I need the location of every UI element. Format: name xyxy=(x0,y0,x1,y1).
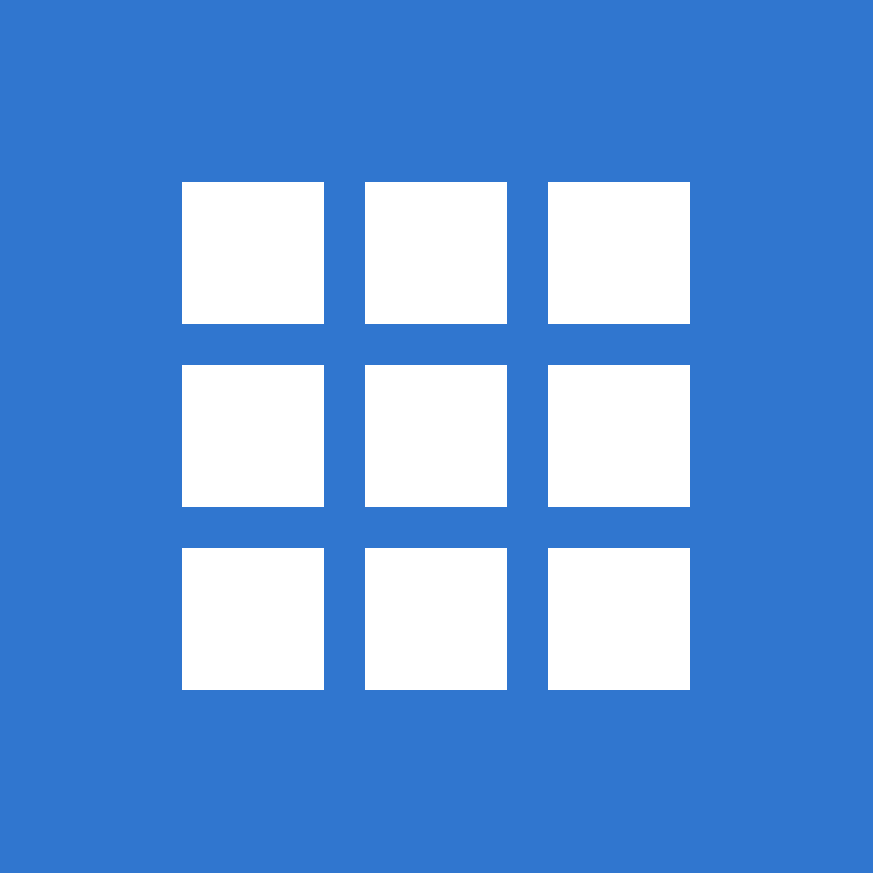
grid-tile-icon xyxy=(365,548,507,690)
grid-tile-icon xyxy=(548,182,690,324)
grid-tile-icon xyxy=(182,182,324,324)
grid-tile-icon xyxy=(365,182,507,324)
grid-tile-icon xyxy=(365,365,507,507)
grid-tile-icon xyxy=(182,548,324,690)
grid-tile-icon xyxy=(182,365,324,507)
grid-tile-icon xyxy=(548,548,690,690)
grid-tile-icon xyxy=(548,365,690,507)
apps-grid-icon xyxy=(182,182,690,690)
app-icon-canvas xyxy=(0,0,873,873)
